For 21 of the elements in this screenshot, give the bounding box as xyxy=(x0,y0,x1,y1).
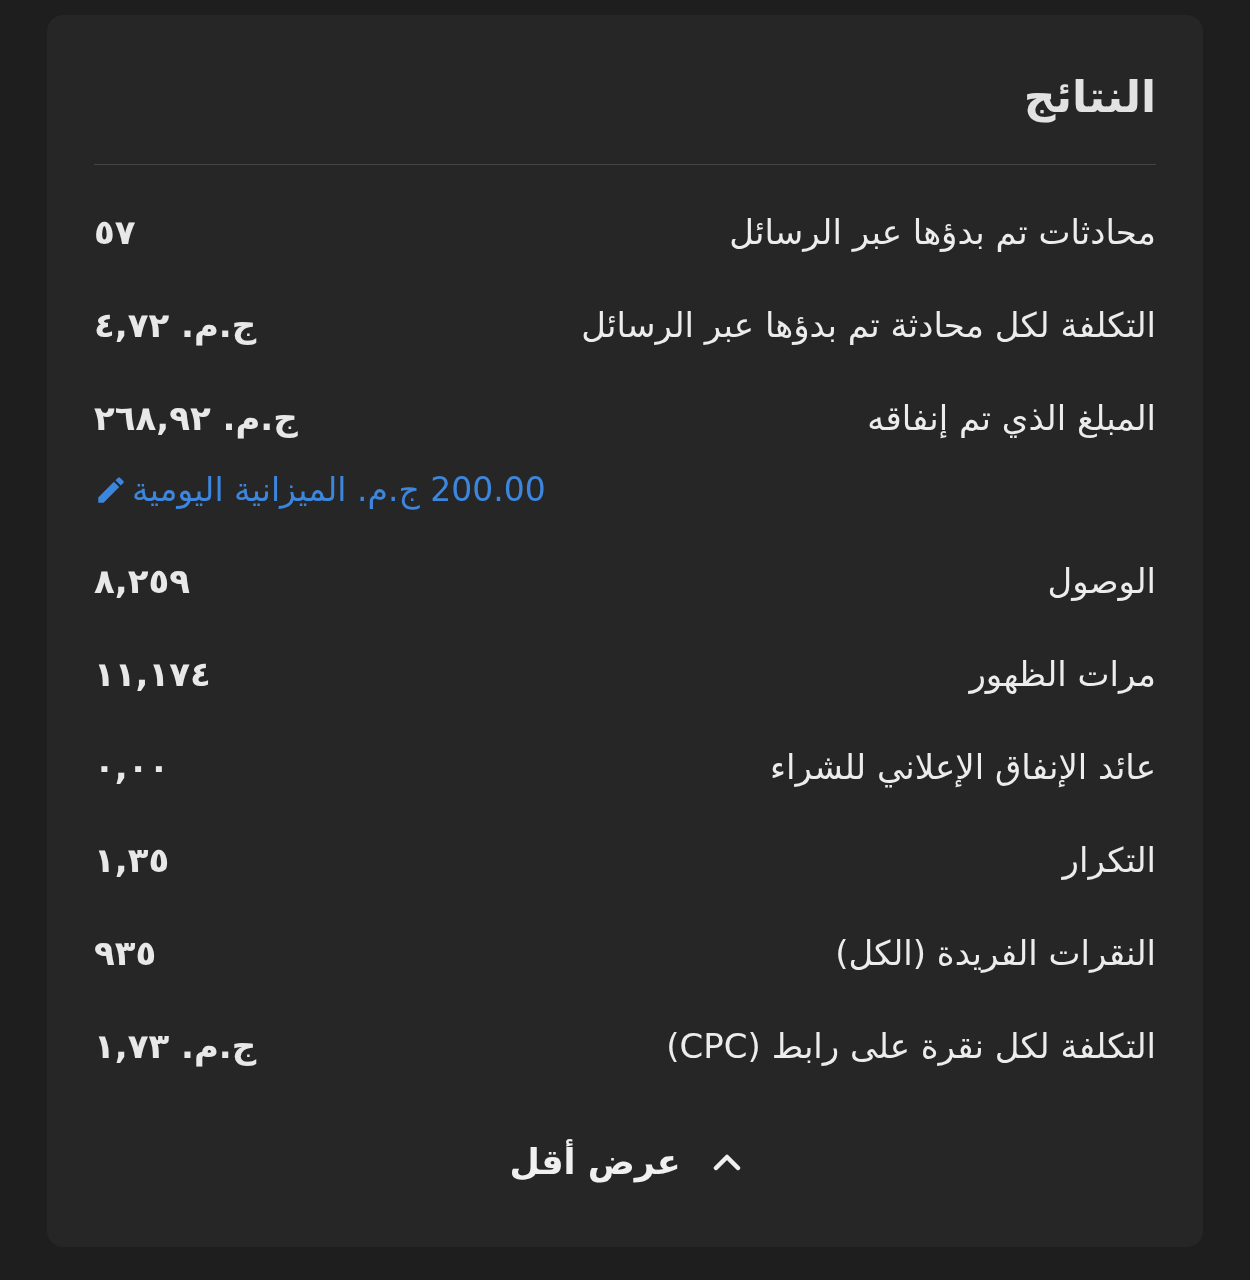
metric-label: التكلفة لكل نقرة على رابط (CPC) xyxy=(666,1024,1156,1068)
metric-label: التكلفة لكل محادثة تم بدؤها عبر الرسائل xyxy=(581,303,1156,347)
metric-label: الوصول xyxy=(1047,559,1156,603)
metric-value: ج.م. ٢٦٨,٩٢ xyxy=(94,396,298,441)
results-title: النتائج xyxy=(1022,70,1156,125)
daily-budget-link[interactable]: 200.00 ج.م. الميزانية اليومية xyxy=(94,466,546,513)
metric-value: ٥٧ xyxy=(94,210,136,254)
metric-value: ١١,١٧٤ xyxy=(94,652,211,696)
metric-label: عائد الإنفاق الإعلاني للشراء xyxy=(770,745,1156,790)
metric-value: ج.م. ١,٧٣ xyxy=(94,1024,257,1069)
metric-label: مرات الظهور xyxy=(969,652,1156,696)
metric-label: المبلغ الذي تم إنفاقه xyxy=(867,396,1156,440)
metric-value: ج.م. ٤,٧٢ xyxy=(94,303,257,348)
metric-label: التكرار xyxy=(1062,838,1156,882)
metric-label: محادثات تم بدؤها عبر الرسائل xyxy=(729,210,1156,254)
metric-value: ٨,٢٥٩ xyxy=(94,559,190,603)
metric-value: ١,٣٥ xyxy=(94,838,170,882)
metric-value: ٩٣٥ xyxy=(94,931,157,975)
show-less-button[interactable]: عرض أقل xyxy=(509,1137,741,1187)
metric-value: ٠,٠٠ xyxy=(94,745,170,789)
metric-label: النقرات الفريدة (الكل) xyxy=(835,931,1156,975)
